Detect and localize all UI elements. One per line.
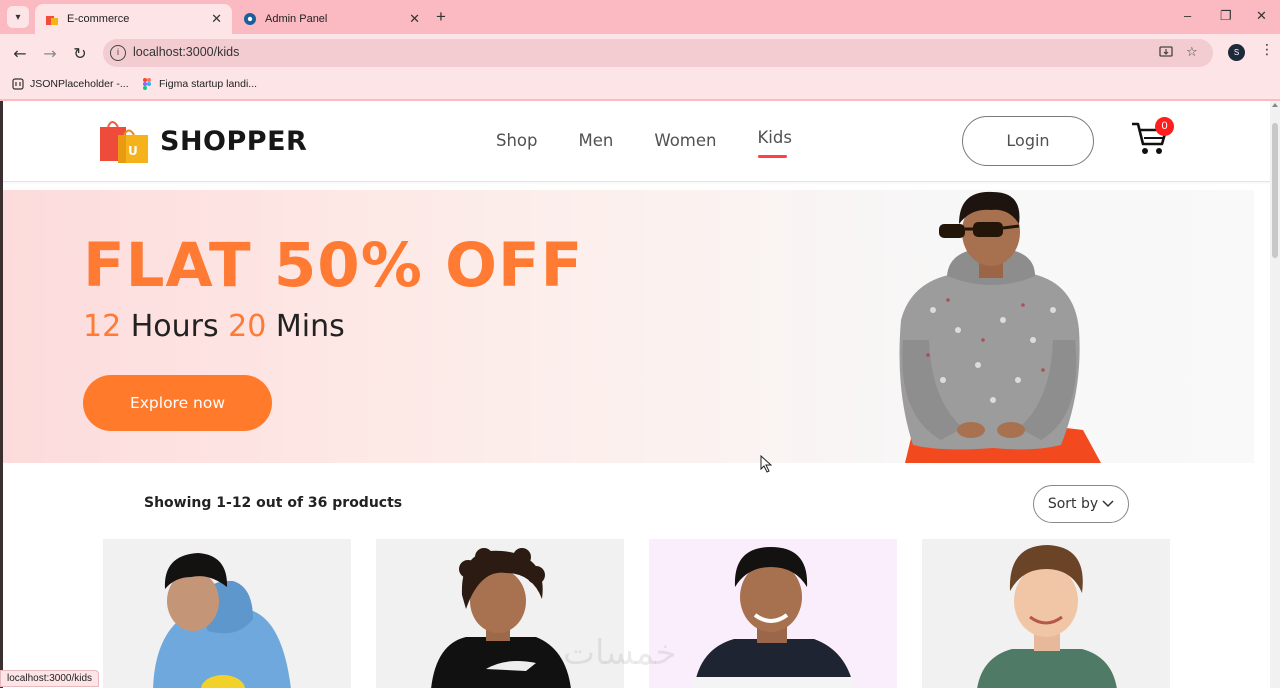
tab-search-button[interactable]: ▾: [7, 6, 29, 28]
sort-by-dropdown[interactable]: Sort by: [1033, 485, 1129, 523]
tab-ecommerce[interactable]: E-commerce ✕: [35, 4, 232, 34]
tab-title: E-commerce: [67, 13, 130, 25]
chevron-down-icon: ▾: [15, 11, 21, 23]
more-menu-icon[interactable]: ⋮: [1260, 42, 1274, 58]
shopping-bag-favicon-icon: [45, 12, 59, 26]
close-icon[interactable]: ✕: [409, 11, 420, 27]
timer-hours: 12: [83, 309, 122, 344]
site-logo[interactable]: U SHOPPER: [98, 117, 307, 165]
menu-item-kids[interactable]: Kids: [757, 128, 792, 158]
main-menu: Shop Men Women Kids: [496, 128, 833, 158]
timer-hours-label: Hours: [121, 309, 229, 344]
menu-item-shop[interactable]: Shop: [496, 131, 538, 150]
chevron-down-icon: [1102, 500, 1114, 508]
product-card[interactable]: [649, 539, 897, 688]
bookmarks-bar: JSONPlaceholder -... Figma startup landi…: [0, 72, 1280, 99]
logo-text: SHOPPER: [160, 125, 308, 157]
bookmark-figma[interactable]: Figma startup landi...: [141, 78, 257, 90]
product-card[interactable]: [103, 539, 351, 688]
sort-label: Sort by: [1047, 496, 1099, 512]
product-image: [153, 553, 291, 688]
back-arrow-icon[interactable]: ←: [9, 42, 31, 64]
bookmark-star-icon[interactable]: ☆: [1186, 45, 1198, 60]
bookmark-label: Figma startup landi...: [159, 78, 258, 90]
shopping-bag-logo-icon: U: [98, 117, 150, 165]
minimize-button[interactable]: –: [1184, 8, 1191, 23]
timer-mins: 20: [228, 309, 267, 344]
hero-image-kid: [883, 190, 1103, 463]
address-bar[interactable]: i localhost:3000/kids ☆: [103, 39, 1213, 67]
logo-badge-letter: U: [128, 144, 138, 158]
scroll-thumb[interactable]: [1272, 123, 1278, 258]
tab-title: Admin Panel: [265, 13, 328, 25]
banner-timer: 12 Hours 20 Mins: [83, 309, 345, 344]
timer-mins-label: Mins: [266, 309, 345, 344]
bookmark-label: JSONPlaceholder -...: [30, 78, 129, 90]
reload-icon[interactable]: ↻: [69, 42, 91, 64]
browser-toolbar: ← → ↻ i localhost:3000/kids ☆ S ⋮: [0, 34, 1280, 72]
status-url-bubble: localhost:3000/kids: [0, 670, 100, 687]
new-tab-button[interactable]: +: [436, 7, 446, 27]
tab-admin-panel[interactable]: Admin Panel ✕: [233, 4, 430, 34]
bookmark-jsonplaceholder[interactable]: JSONPlaceholder -...: [12, 78, 129, 90]
page-scrollbar[interactable]: [1270, 101, 1280, 688]
close-icon[interactable]: ✕: [211, 11, 222, 27]
react-favicon-icon: [243, 12, 257, 26]
site-info-icon[interactable]: i: [110, 45, 126, 61]
menu-item-label: Kids: [757, 128, 792, 147]
explore-now-button[interactable]: Explore now: [83, 375, 272, 431]
scroll-up-arrow-icon[interactable]: [1272, 103, 1278, 107]
forward-arrow-icon[interactable]: →: [39, 42, 61, 64]
close-window-button[interactable]: ✕: [1256, 8, 1267, 24]
product-image: [694, 547, 854, 688]
maximize-button[interactable]: ❐: [1220, 8, 1232, 24]
braces-icon: [12, 78, 24, 90]
profile-avatar[interactable]: S: [1228, 44, 1245, 61]
menu-item-men[interactable]: Men: [579, 131, 614, 150]
mouse-cursor-icon: [760, 455, 772, 473]
products-count-text: Showing 1-12 out of 36 products: [144, 495, 403, 511]
product-image: [977, 545, 1117, 688]
hero-banner: FLAT 50% OFF 12 Hours 20 Mins Explore no…: [3, 190, 1254, 463]
product-card[interactable]: [922, 539, 1170, 688]
browser-tab-bar: ▾ E-commerce ✕ Admin Panel ✕ + – ❐ ✕: [0, 0, 1280, 34]
figma-icon: [141, 78, 153, 90]
watermark-text: خمسات: [563, 633, 677, 673]
banner-title: FLAT 50% OFF: [83, 230, 584, 301]
active-underline: [758, 155, 788, 158]
page-viewport: U SHOPPER Shop Men Women Kids Login 0 FL…: [3, 101, 1270, 688]
cart-count-badge: 0: [1155, 117, 1174, 136]
menu-item-women[interactable]: Women: [654, 131, 716, 150]
site-navbar: U SHOPPER Shop Men Women Kids Login 0: [3, 101, 1270, 182]
install-app-icon[interactable]: [1159, 45, 1173, 63]
url-text[interactable]: localhost:3000/kids: [133, 45, 239, 59]
login-button[interactable]: Login: [962, 116, 1094, 166]
